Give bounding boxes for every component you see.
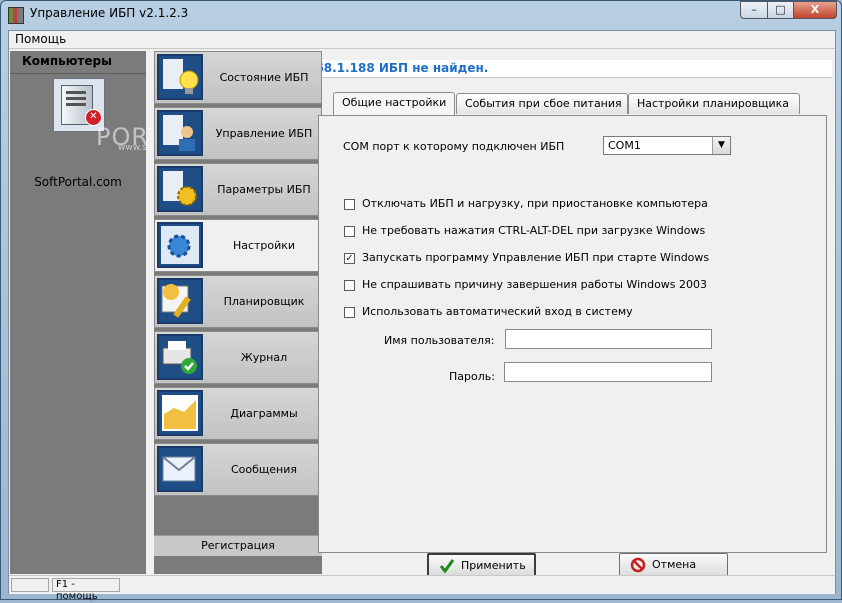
status-help-hint: F1 - помощь bbox=[52, 578, 120, 602]
nav-item-7[interactable]: Диаграммы bbox=[154, 387, 322, 440]
tab-1[interactable]: Общие настройки bbox=[333, 92, 455, 115]
general-settings-panel: COM порт к которому подключен ИБП COM1 ▼… bbox=[318, 115, 827, 577]
menu-help[interactable]: Помощь bbox=[15, 32, 66, 46]
nav-item-8[interactable]: Сообщения bbox=[154, 443, 322, 496]
chevron-down-icon[interactable]: ▼ bbox=[712, 137, 730, 154]
computers-panel: Компьютеры ✕ PORTAL www.softportal.com S… bbox=[10, 51, 207, 574]
window-title: Управление ИБП v2.1.2.3 bbox=[30, 6, 189, 20]
calendar-clock-icon bbox=[157, 278, 203, 324]
option-checkbox-2[interactable] bbox=[344, 226, 355, 237]
user-doc-icon bbox=[157, 110, 203, 156]
option-checkbox-4[interactable] bbox=[344, 280, 355, 291]
app-window: Управление ИБП v2.1.2.3 – □ X Помощь Ком… bbox=[0, 0, 842, 602]
status-bar: F1 - помощь bbox=[9, 575, 835, 602]
chart-icon bbox=[157, 390, 203, 436]
option-checkbox-5[interactable] bbox=[344, 307, 355, 318]
password-field[interactable] bbox=[504, 362, 712, 382]
computer-label[interactable]: SoftPortal.com bbox=[10, 175, 146, 189]
option-label-5[interactable]: Использовать автоматический вход в систе… bbox=[362, 305, 633, 318]
com-port-label: COM порт к которому подключен ИБП bbox=[343, 140, 565, 153]
nav-item-4[interactable]: Настройки bbox=[154, 219, 322, 272]
computers-title: Компьютеры bbox=[22, 54, 112, 68]
option-checkbox-1[interactable] bbox=[344, 199, 355, 210]
cancel-label: Отмена bbox=[652, 558, 697, 571]
minimize-button[interactable]: – bbox=[740, 1, 768, 19]
cancel-icon bbox=[630, 557, 646, 573]
nav-item-3[interactable]: Параметры ИБП bbox=[154, 163, 322, 216]
checkmark-icon bbox=[439, 559, 455, 574]
nav-item-6[interactable]: Журнал bbox=[154, 331, 322, 384]
mail-icon bbox=[157, 446, 203, 492]
nav-panel: Сообщения Диаграммы Журнал Планировщик Настр… bbox=[154, 51, 322, 574]
nav-item-label: Параметры ИБП bbox=[217, 183, 311, 196]
option-label-1[interactable]: Отключать ИБП и нагрузку, при приостанов… bbox=[362, 197, 708, 210]
nav-item-label: Диаграммы bbox=[230, 407, 298, 420]
title-bar[interactable]: Управление ИБП v2.1.2.3 – □ X bbox=[1, 1, 841, 29]
apply-button[interactable]: Применить bbox=[427, 553, 536, 577]
username-field[interactable] bbox=[505, 329, 712, 349]
cancel-button[interactable]: Отмена bbox=[619, 553, 728, 577]
nav-item-5[interactable]: Планировщик bbox=[154, 275, 322, 328]
close-button[interactable]: X bbox=[793, 1, 837, 19]
client-area: Помощь Компьютеры ✕ PORTAL www.softporta… bbox=[8, 30, 836, 602]
nav-item-1[interactable]: Состояние ИБП bbox=[154, 51, 322, 104]
app-icon[interactable] bbox=[8, 7, 24, 24]
maximize-button[interactable]: □ bbox=[767, 1, 794, 19]
bulb-icon bbox=[157, 54, 203, 100]
apply-label: Применить bbox=[461, 559, 526, 572]
tab-2[interactable]: События при сбое питания bbox=[456, 93, 628, 114]
com-port-value: COM1 bbox=[608, 139, 641, 152]
registration-button[interactable]: Регистрация bbox=[154, 535, 322, 556]
option-label-2[interactable]: Не требовать нажатия CTRL-ALT-DEL при за… bbox=[362, 224, 705, 237]
option-label-3[interactable]: Запускать программу Управление ИБП при с… bbox=[362, 251, 709, 264]
nav-item-label: Состояние ИБП bbox=[219, 71, 309, 84]
com-port-select[interactable]: COM1 ▼ bbox=[603, 136, 731, 155]
nav-item-2[interactable]: Управление ИБП bbox=[154, 107, 322, 160]
tab-strip: Общие настройки События при сбое питания Н… bbox=[326, 92, 836, 115]
nav-item-label: Настройки bbox=[232, 239, 296, 252]
settings-gear-icon bbox=[157, 222, 203, 268]
username-label: Имя пользователя: bbox=[384, 334, 495, 347]
nav-item-label: Управление ИБП bbox=[215, 127, 313, 140]
nav-item-label: Сообщения bbox=[230, 463, 297, 476]
password-label: Пароль: bbox=[449, 370, 495, 383]
nav-item-label: Журнал bbox=[240, 351, 288, 364]
computers-header: Компьютеры bbox=[10, 51, 146, 74]
printer-check-icon bbox=[157, 334, 203, 380]
option-label-4[interactable]: Не спрашивать причину завершения работы … bbox=[362, 278, 707, 291]
nav-item-label: Планировщик bbox=[223, 295, 305, 308]
gear-doc-icon bbox=[157, 166, 203, 212]
option-checkbox-3[interactable]: ✓ bbox=[344, 253, 355, 264]
menu-bar: Помощь bbox=[9, 31, 835, 49]
tab-3[interactable]: Настройки планировщика bbox=[628, 93, 800, 114]
status-cell-empty bbox=[11, 578, 49, 592]
